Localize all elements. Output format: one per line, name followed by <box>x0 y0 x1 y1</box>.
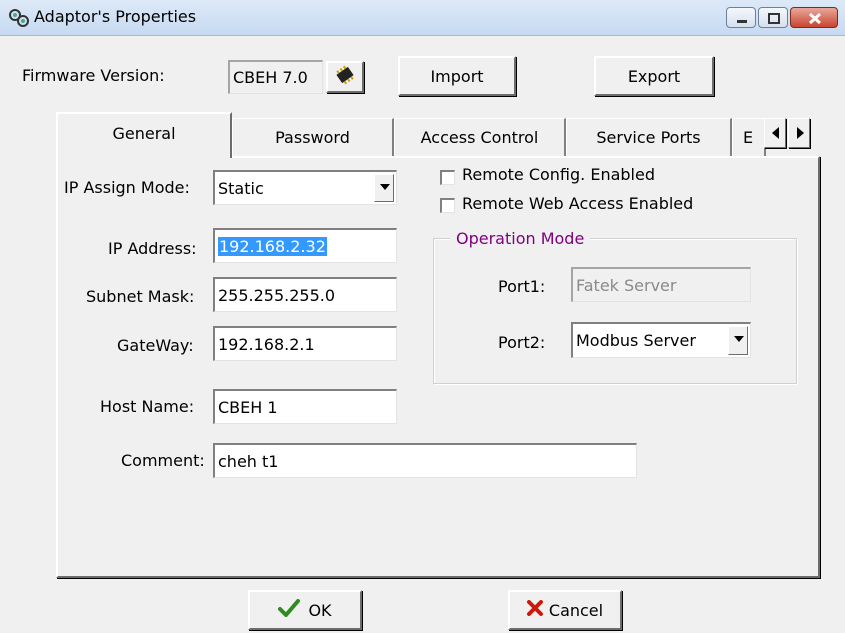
ok-label: OK <box>308 600 332 620</box>
arrow-left-icon <box>772 127 779 139</box>
checkmark-icon <box>278 599 301 621</box>
title-bar[interactable]: Adaptor's Properties <box>0 0 845 36</box>
import-button[interactable]: Import <box>398 56 516 96</box>
tab-service-ports[interactable]: Service Ports <box>566 118 732 156</box>
port2-value: Modbus Server <box>576 331 696 350</box>
host-name-input[interactable]: CBEH 1 <box>213 389 397 424</box>
minimize-button[interactable] <box>726 7 756 28</box>
ok-button[interactable]: OK <box>248 590 362 630</box>
remote-config-label: Remote Config. Enabled <box>462 165 655 184</box>
arrow-right-icon <box>797 127 804 139</box>
firmware-version-value: CBEH 7.0 <box>228 60 323 94</box>
ip-assign-mode-label: IP Assign Mode: <box>64 178 190 197</box>
ip-address-label: IP Address: <box>108 239 197 258</box>
tab-e-truncated[interactable]: E <box>732 118 766 156</box>
tab-scroll-left-button[interactable] <box>764 118 786 148</box>
tab-access-control[interactable]: Access Control <box>394 118 566 156</box>
export-button[interactable]: Export <box>594 56 714 96</box>
tab-scroll-right-button[interactable] <box>788 118 810 148</box>
remote-web-access-label: Remote Web Access Enabled <box>462 194 694 213</box>
cancel-button[interactable]: Cancel <box>508 590 622 630</box>
window-title: Adaptor's Properties <box>34 7 197 26</box>
subnet-mask-label: Subnet Mask: <box>86 287 195 306</box>
remote-config-checkbox[interactable] <box>440 170 455 185</box>
port1-label: Port1: <box>498 277 546 296</box>
network-adapter-icon <box>8 7 30 29</box>
operation-mode-title: Operation Mode <box>450 229 591 248</box>
close-button[interactable] <box>790 7 838 28</box>
remote-web-access-checkbox[interactable] <box>440 198 455 213</box>
chevron-down-icon <box>734 336 744 342</box>
ip-address-value: 192.168.2.32 <box>218 236 327 256</box>
port2-label: Port2: <box>498 333 546 352</box>
firmware-version-label: Firmware Version: <box>22 66 165 85</box>
subnet-mask-input[interactable]: 255.255.255.0 <box>213 277 397 312</box>
cancel-label: Cancel <box>548 600 604 620</box>
cancel-x-icon <box>526 600 543 620</box>
gateway-input[interactable]: 192.168.2.1 <box>213 326 397 361</box>
host-name-label: Host Name: <box>100 397 195 416</box>
ip-address-input[interactable]: 192.168.2.32 <box>213 228 397 263</box>
gateway-label: GateWay: <box>117 336 194 355</box>
port2-dropdown-button[interactable] <box>728 326 748 355</box>
comment-input[interactable]: cheh t1 <box>213 443 637 478</box>
port1-field: Fatek Server <box>571 267 751 302</box>
comment-label: Comment: <box>121 451 205 470</box>
port2-select[interactable]: Modbus Server <box>571 322 751 358</box>
operation-mode-group <box>433 238 797 384</box>
ip-assign-mode-dropdown-button[interactable] <box>374 174 394 202</box>
chip-icon <box>333 64 357 90</box>
chevron-down-icon <box>380 184 390 190</box>
tab-general[interactable]: General <box>56 112 232 158</box>
ip-assign-mode-value: Static <box>218 178 264 198</box>
maximize-button[interactable] <box>758 7 788 28</box>
tab-password[interactable]: Password <box>232 118 394 156</box>
ip-assign-mode-select[interactable]: Static <box>213 170 397 205</box>
firmware-chip-button[interactable] <box>326 61 364 93</box>
